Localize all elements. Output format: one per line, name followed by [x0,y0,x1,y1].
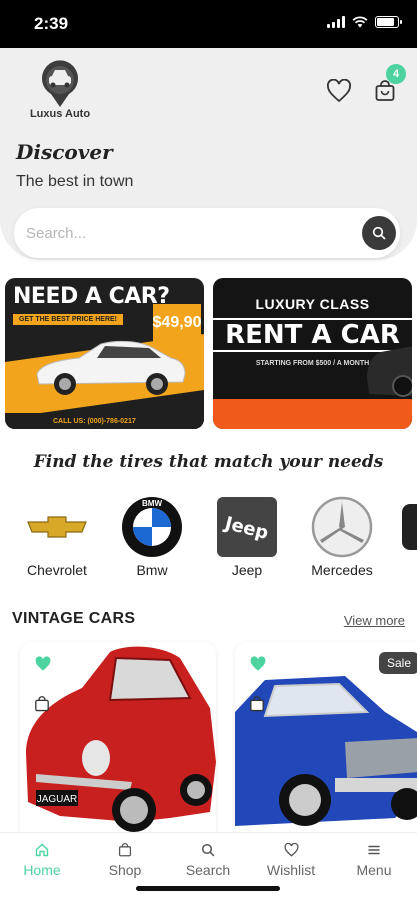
product-card[interactable]: JAGUAR [20,642,216,842]
heart-icon [327,79,351,103]
banner-headline: LUXURY CLASS [255,296,370,312]
tires-section-title: Find the tires that match your needs [33,452,384,472]
tab-search[interactable]: Search [166,843,250,878]
promo-banner-need-a-car[interactable]: NEED A CAR? GET THE BEST PRICE HERE! $49… [5,278,204,429]
wifi-icon [352,16,368,28]
svg-text:BMW: BMW [142,499,162,508]
wishlist-button[interactable] [324,76,354,106]
bmw-logo-icon: BMW [120,496,184,558]
chevrolet-logo-icon [25,496,89,558]
brand-logo[interactable]: Luxus Auto [26,60,94,120]
search-icon [372,226,386,240]
cart-count-badge: 4 [386,64,406,84]
jaguar-plate: JAGUAR [37,794,78,805]
brand-item-mercedes[interactable]: Mercedes [297,496,387,578]
tab-label: Search [185,862,231,878]
favorite-heart-icon[interactable] [249,656,267,677]
add-to-cart-icon[interactable] [34,696,52,714]
status-bar: 2:39 [0,0,417,48]
search-icon [166,843,250,859]
sale-badge: Sale [378,652,417,674]
battery-icon [375,16,402,28]
home-indicator [136,886,280,891]
discover-subtitle: The best in town [16,173,134,190]
heart-icon [249,843,333,859]
signal-icon [327,16,345,28]
home-icon [0,843,84,859]
partial-brand-item[interactable] [402,504,417,550]
banner-headline: NEED A CAR? [13,284,170,309]
bag-icon [83,843,167,859]
tab-label: Wishlist [266,862,316,878]
menu-icon [332,843,416,859]
brand-item-chevrolet[interactable]: Chevrolet [12,496,102,578]
tab-shop[interactable]: Shop [83,843,167,878]
brand-name: Mercedes [311,562,373,578]
product-card[interactable]: Sale [235,642,417,842]
promo-banner-rent-a-car[interactable]: LUXURY CLASS RENT A CAR STARTING FROM $5… [213,278,412,429]
brand-item-bmw[interactable]: BMW Bmw [107,496,197,578]
search-button[interactable] [362,216,396,250]
tab-menu[interactable]: Menu [332,843,416,878]
banner-orange-strip [213,399,412,429]
dark-car-image [367,346,412,397]
car-pin-logo-icon [38,60,82,107]
brand-name: Chevrolet [27,562,87,578]
brand-item-jeep[interactable]: Jeep Jeep [202,496,292,578]
tab-home[interactable]: Home [0,843,84,878]
favorite-heart-icon[interactable] [34,656,52,677]
vintage-section-title: VINTAGE CARS [12,610,136,627]
status-icons [327,16,402,28]
tab-label: Menu [356,862,392,878]
brand-name: Bmw [136,562,168,578]
mercedes-logo-icon [310,496,374,558]
white-sports-car-image [36,340,186,395]
tab-label: Home [23,862,61,878]
tab-wishlist[interactable]: Wishlist [249,843,333,878]
brand-list: Chevrolet BMW Bmw Jeep Jeep Mercedes [0,496,417,586]
search-input[interactable] [26,220,346,246]
tab-label: Shop [108,862,142,878]
jeep-logo-icon: Jeep [215,496,279,558]
banner-subline: GET THE BEST PRICE HERE! [13,314,124,325]
brand-name: Luxus Auto [29,108,91,120]
search-bar [14,208,400,258]
banner-phone: CALL US: (000)-786-0217 [5,413,204,429]
brand-name: Jeep [231,562,263,578]
add-to-cart-icon[interactable] [249,696,267,714]
status-time: 2:39 [34,14,69,33]
view-more-link[interactable]: View more [344,613,405,628]
discover-title: Discover [16,140,113,164]
